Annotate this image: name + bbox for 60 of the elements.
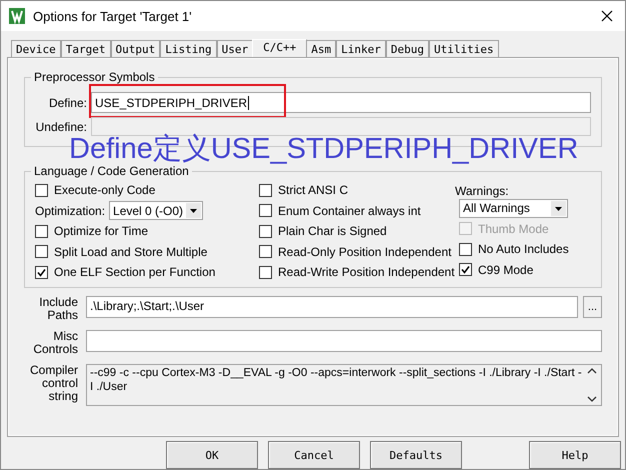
- dropdown[interactable]: All Warnings: [459, 198, 568, 218]
- checkbox-label: Split Load and Store Multiple: [54, 244, 208, 259]
- tab[interactable]: C/C++: [252, 39, 308, 58]
- scrollbar-icon: [586, 366, 598, 404]
- checkbox-label: Enum Container always int: [278, 204, 421, 218]
- tab[interactable]: Output: [110, 40, 160, 58]
- field-label: Compiler control string: [28, 364, 78, 402]
- checkbox-label: Plain Char is Signed: [278, 224, 387, 238]
- field-label: Optimization:: [35, 204, 106, 218]
- define-field[interactable]: USE_STDPERIPH_DRIVER: [91, 92, 591, 113]
- dropdown[interactable]: Level 0 (-O0): [109, 201, 204, 220]
- checkbox[interactable]: [259, 204, 272, 218]
- tab[interactable]: Device: [11, 40, 61, 58]
- group-title: Preprocessor Symbols: [31, 70, 158, 84]
- checkbox[interactable]: [259, 224, 272, 238]
- tab[interactable]: Utilities: [428, 40, 499, 58]
- tab[interactable]: Target: [60, 40, 110, 58]
- field-label: Include Paths: [38, 296, 78, 322]
- caret-icon: [551, 200, 566, 216]
- text-area-content: --c99 -c --cpu Cortex-M3 -D__EVAL -g -O0 --apcs=interwork --split_sections -I ./Library -I ./Start -I ./User: [90, 366, 582, 394]
- caret-icon: [186, 203, 202, 218]
- tab[interactable]: Linker: [336, 40, 386, 58]
- checkbox[interactable]: [259, 245, 272, 258]
- app-icon: [9, 8, 25, 24]
- checkbox[interactable]: [259, 184, 272, 197]
- group-title: Language / Code Generation: [31, 164, 192, 178]
- tab[interactable]: Asm: [306, 40, 336, 58]
- group-label: Warnings:: [455, 184, 509, 198]
- checkbox-label: One ELF Section per Function: [54, 265, 216, 280]
- input-field[interactable]: [86, 330, 602, 352]
- tab[interactable]: Debug: [386, 40, 429, 58]
- checkbox[interactable]: [35, 266, 48, 279]
- field-label: Define:: [48, 96, 87, 110]
- tab[interactable]: Listing: [160, 40, 217, 58]
- window-title: Options for Target 'Target 1': [33, 8, 193, 24]
- dialog-button[interactable]: OK: [166, 441, 258, 469]
- checkbox-label: Optimize for Time: [54, 224, 148, 238]
- browse-button[interactable]: ...: [583, 296, 602, 318]
- field-label: Misc Controls: [32, 330, 78, 356]
- dropdown-value: Level 0 (-O0): [113, 204, 184, 218]
- dialog-button[interactable]: Help: [529, 441, 621, 469]
- field-label: Undefine:: [34, 120, 87, 134]
- checkbox-label: C99 Mode: [478, 262, 534, 277]
- dialog-button[interactable]: Cancel: [268, 441, 360, 469]
- dropdown-value: All Warnings: [463, 201, 530, 216]
- checkbox[interactable]: [35, 245, 48, 258]
- text-area[interactable]: --c99 -c --cpu Cortex-M3 -D__EVAL -g -O0 --apcs=interwork --split_sections -I ./Library -I ./Start -I ./User: [86, 364, 602, 406]
- dialog-button[interactable]: Defaults: [370, 441, 462, 469]
- checkbox-label: Thumb Mode: [478, 222, 549, 236]
- checkbox-label: Read-Write Position Independent: [278, 265, 455, 280]
- input-field[interactable]: .\Library;.\Start;.\User: [86, 296, 578, 318]
- checkbox-label: Execute-only Code: [54, 183, 156, 198]
- checkbox-label: Read-Only Position Independent: [278, 244, 452, 259]
- checkbox[interactable]: [459, 263, 472, 276]
- checkbox-label: Strict ANSI C: [278, 183, 348, 198]
- checkbox-label: No Auto Includes: [478, 242, 569, 256]
- checkbox[interactable]: [35, 224, 48, 238]
- checkbox[interactable]: [35, 184, 48, 197]
- checkbox[interactable]: [259, 266, 272, 279]
- checkbox[interactable]: [459, 242, 472, 256]
